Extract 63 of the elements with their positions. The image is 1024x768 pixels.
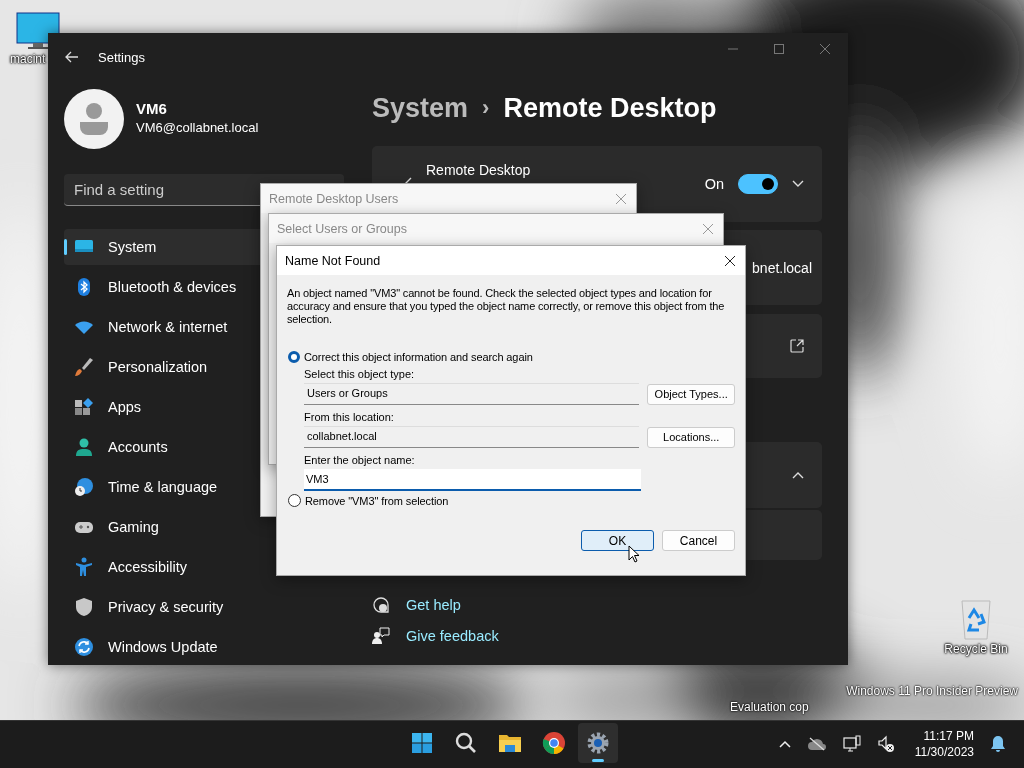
give-feedback-link[interactable]: Give feedback [406,628,499,644]
globe-clock-icon [74,477,94,497]
network-icon[interactable] [842,735,861,753]
speaker-muted-icon[interactable] [876,735,895,753]
toggle-switch[interactable] [738,174,778,194]
field-label: From this location: [304,411,395,425]
back-arrow-icon[interactable] [65,50,79,63]
external-link-icon[interactable] [790,339,804,353]
toggle-state: On [704,176,724,192]
radio-label[interactable]: Correct this object information and search again [304,351,533,363]
start-icon [410,731,434,755]
apps-icon [74,397,94,417]
accessibility-icon [74,557,94,577]
taskbar-button[interactable] [578,723,618,763]
ok-button[interactable]: OK [581,530,654,551]
user-name: VM6 [136,99,168,117]
nav-item[interactable]: Privacy & security [64,589,304,625]
locations-button[interactable]: Locations... [647,426,735,448]
radio-button[interactable] [288,351,300,363]
setting-label: Remote Desktop [426,162,531,178]
monitor-icon[interactable] [16,12,60,50]
chevron-up-icon[interactable] [778,740,791,748]
gear-icon [586,731,610,755]
watermark-text: Windows 11 Pro Insider Preview [846,684,1018,698]
maximize-icon[interactable] [773,43,785,55]
object-name-field[interactable]: VM3 [304,469,641,491]
field-label: Enter the object name: [304,454,416,468]
computer-name: bnet.local [752,259,812,276]
cancel-button[interactable]: Cancel [662,530,735,551]
radio-label[interactable]: Remove "VM3" from selection [305,494,449,507]
object-type-field: Users or Groups [304,383,640,405]
breadcrumb-link[interactable]: System [372,92,469,124]
watermark-text: Evaluation cop [730,700,809,714]
breadcrumb-separator: › [482,95,490,121]
desktop-icon-label[interactable]: Recycle Bin [944,642,1008,656]
location-field: collabnet.local [304,426,640,448]
help-icon [372,596,390,614]
recycle-bin-icon[interactable] [959,598,993,640]
close-icon[interactable] [724,254,736,267]
shield-icon [74,597,94,617]
page-title: Remote Desktop [503,92,717,124]
error-message: An object named "VM3" cannot be found. Check the selected object types and location for accuracy and ensure that you typed the object name correctly, or remove this object from the selection. [287,287,726,326]
get-help-link[interactable]: Get help [406,597,461,613]
paintbrush-icon [74,357,94,377]
radio-button[interactable] [288,494,301,507]
chevron-up-icon[interactable] [792,471,804,479]
bell-icon[interactable] [990,735,1006,753]
user-email: VM6@collabnet.local [136,119,259,135]
window-title: Settings [98,49,145,65]
refresh-icon [74,637,94,657]
mouse-pointer-icon [628,545,640,563]
person-icon [74,437,94,457]
chevron-down-icon[interactable] [792,180,804,188]
cloud-off-icon[interactable] [806,737,827,751]
nav-item[interactable]: Windows Update [64,629,304,665]
desktop-icon-label[interactable]: macint [10,52,46,66]
clock[interactable]: 11:17 PM 11/30/2023 [914,729,974,759]
feedback-icon [372,627,390,645]
field-label: Select this object type: [304,368,416,382]
search-icon [454,731,478,755]
browser-icon [542,731,566,755]
object-types-button[interactable]: Object Types... [647,383,735,405]
avatar [64,89,124,149]
